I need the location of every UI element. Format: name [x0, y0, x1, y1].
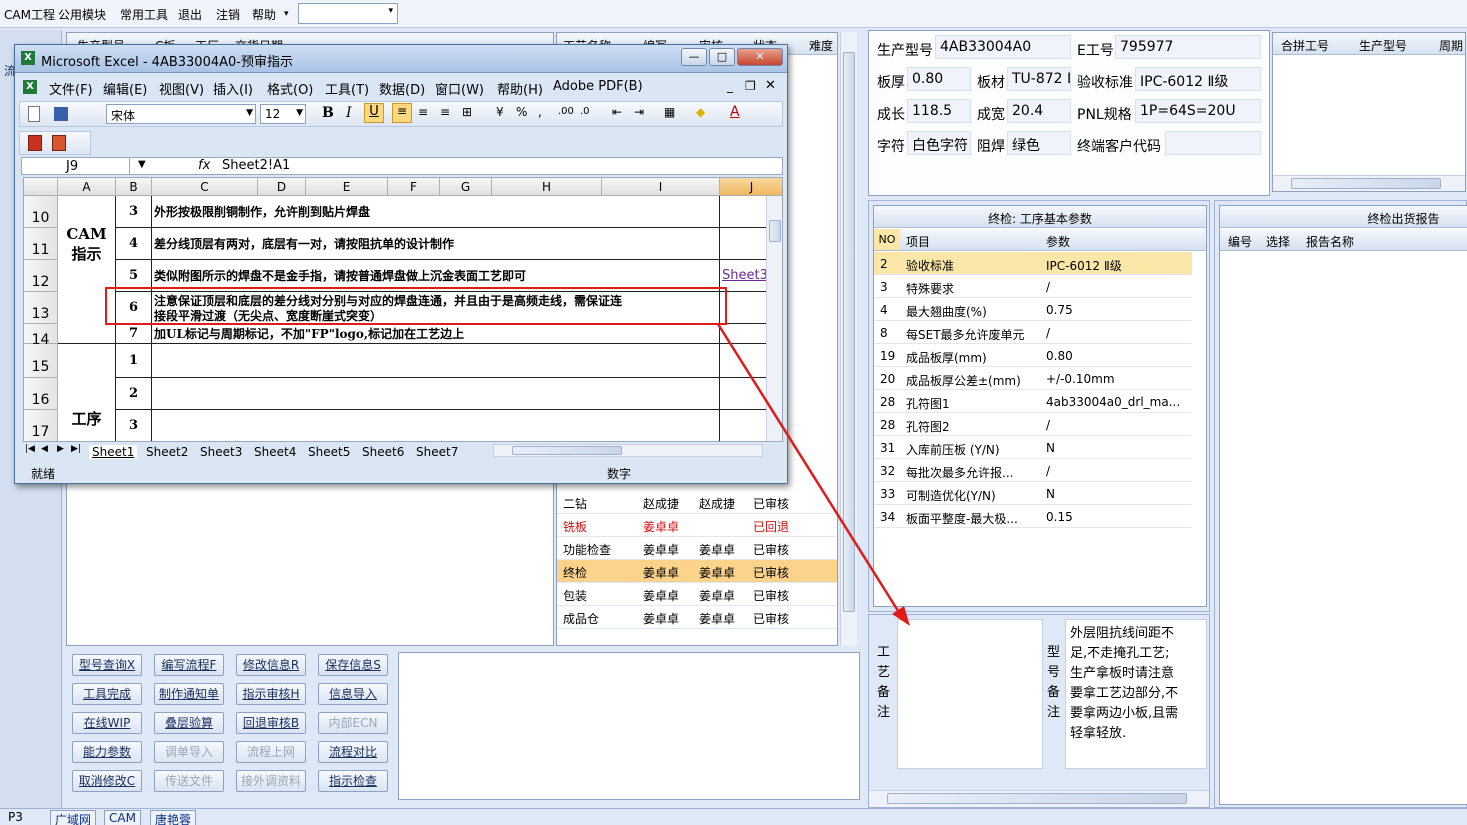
annotation-overlay: [105, 287, 910, 626]
annotation-arrow-head: [892, 606, 910, 626]
annotation-arrow-line: [716, 323, 902, 615]
highlight-box: [105, 287, 727, 325]
